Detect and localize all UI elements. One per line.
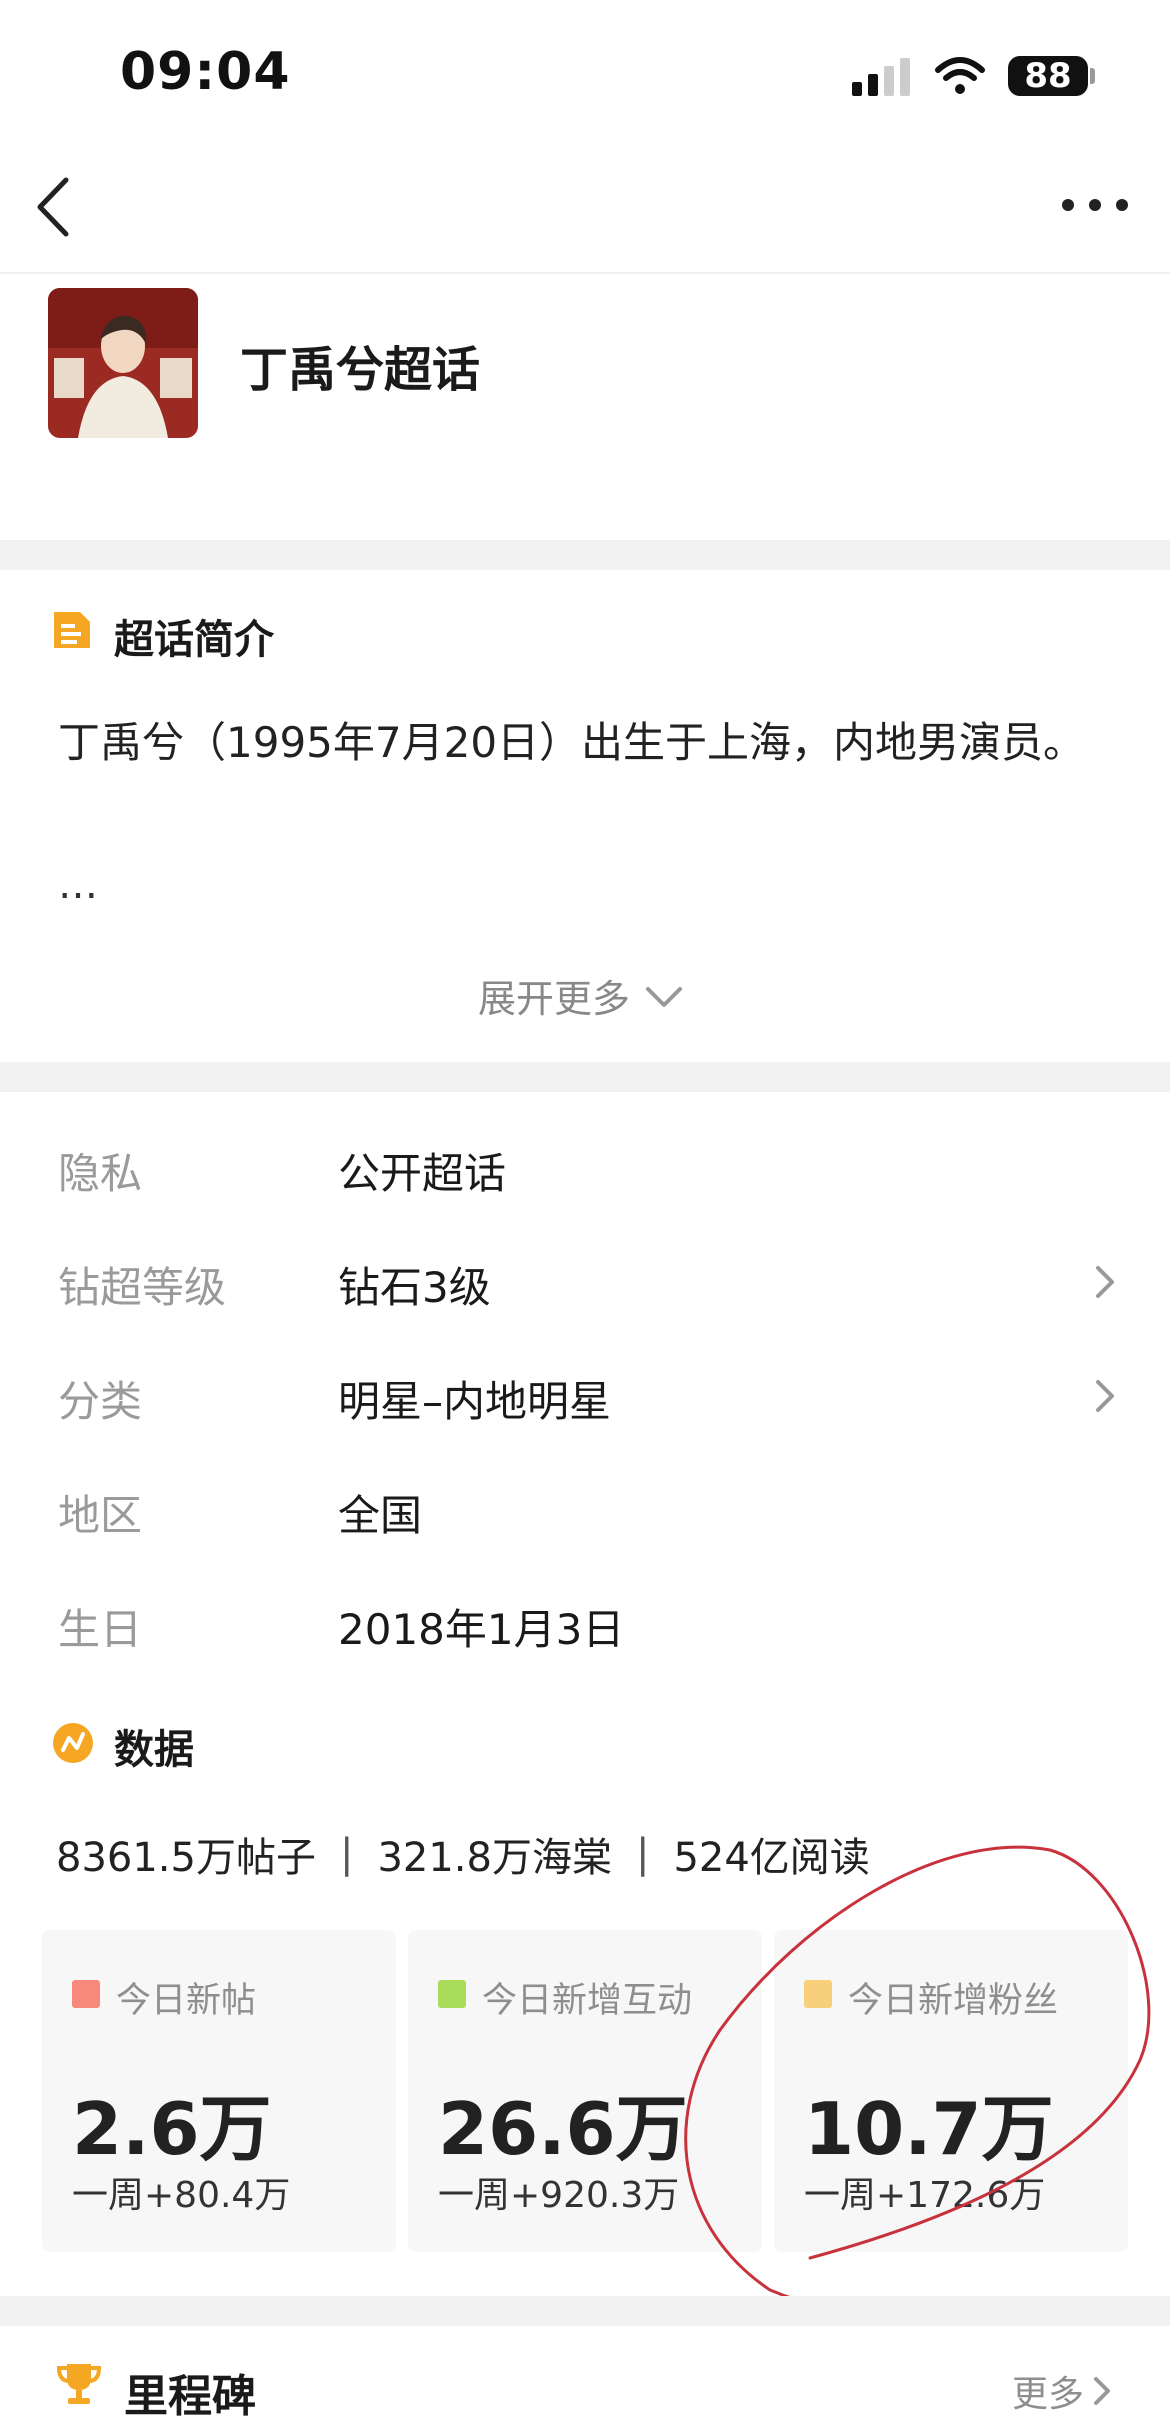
milestone-heading: 里程碑: [124, 2371, 256, 2422]
section-gap: [0, 1062, 1170, 1092]
wifi-icon: [935, 57, 985, 94]
more-label: 更多: [1012, 2374, 1085, 2415]
section-gap: [0, 2296, 1170, 2326]
chevron-down-icon: [646, 986, 683, 1007]
card-value: 10.7万: [804, 2087, 1054, 2171]
intro-heading: 超话简介: [114, 617, 274, 663]
expand-more-button[interactable]: 展开更多: [478, 968, 684, 1023]
battery-tip: [1090, 68, 1095, 84]
legend-square: [72, 1980, 100, 2008]
row-value-category[interactable]: 明星–内地明星: [338, 1368, 611, 1429]
chevron-right-icon[interactable]: [1090, 1376, 1120, 1416]
stat-card-new-posts: 今日新帖 2.6万 一周+80.4万: [42, 1930, 396, 2252]
row-value-level[interactable]: 钻石3级: [338, 1254, 491, 1315]
data-chart-icon: [53, 1723, 93, 1763]
card-label: 今日新增互动: [482, 1981, 693, 2021]
section-gap: [0, 540, 1170, 570]
stat-posts: 8361.5万帖子: [56, 1835, 316, 1881]
battery-indicator: 88: [1008, 56, 1088, 96]
row-label-privacy: 隐私: [58, 1149, 143, 1198]
expand-more-label: 展开更多: [478, 977, 631, 1021]
legend-square: [438, 1980, 466, 2008]
nav-divider: [0, 272, 1170, 274]
row-value-region: 全国: [338, 1491, 423, 1540]
row-value-privacy: 公开超话: [338, 1149, 507, 1198]
stat-separator: |: [339, 1831, 354, 1877]
stats-summary: 8361.5万帖子 | 321.8万海棠 | 524亿阅读: [56, 1825, 870, 1883]
row-label-region: 地区: [58, 1491, 143, 1540]
chevron-right-icon: [1094, 2377, 1111, 2405]
stat-separator: |: [635, 1831, 650, 1877]
row-label-level[interactable]: 钻超等级: [58, 1254, 226, 1315]
cellular-signal-icon: [852, 58, 910, 96]
legend-square: [804, 1980, 832, 2008]
chevron-right-icon[interactable]: [1090, 1262, 1120, 1302]
card-label: 今日新帖: [116, 1981, 257, 2021]
card-week: 一周+172.6万: [804, 2175, 1046, 2216]
stat-haitang: 321.8万海棠: [377, 1835, 612, 1881]
card-value: 2.6万: [72, 2087, 272, 2171]
avatar[interactable]: [48, 288, 198, 438]
stat-card-new-fans: 今日新增粉丝 10.7万 一周+172.6万: [774, 1930, 1128, 2252]
row-value-birthday: 2018年1月3日: [338, 1605, 625, 1654]
card-week: 一周+80.4万: [72, 2175, 291, 2216]
card-value: 26.6万: [438, 2087, 688, 2171]
milestone-more-link[interactable]: 更多: [1012, 2365, 1116, 2417]
chevron-left-icon[interactable]: [32, 172, 88, 242]
stat-reads: 524亿阅读: [673, 1835, 870, 1881]
row-label-category[interactable]: 分类: [58, 1368, 142, 1429]
intro-text: 丁禹兮（1995年7月20日）出生于上海，内地男演员。: [58, 718, 1086, 767]
trophy-icon: [56, 2364, 102, 2404]
card-week: 一周+920.3万: [438, 2175, 680, 2216]
row-label-birthday: 生日: [58, 1605, 143, 1654]
data-heading: 数据: [114, 1727, 194, 1773]
status-time: 09:04: [120, 42, 291, 102]
card-label: 今日新增粉丝: [848, 1981, 1059, 2021]
intro-ellipsis: …: [58, 862, 98, 908]
document-icon: [54, 612, 90, 648]
page-title: 丁禹兮超话: [240, 342, 481, 398]
stat-card-new-interactions: 今日新增互动 26.6万 一周+920.3万: [408, 1930, 762, 2252]
more-dots-icon[interactable]: [1060, 190, 1130, 220]
